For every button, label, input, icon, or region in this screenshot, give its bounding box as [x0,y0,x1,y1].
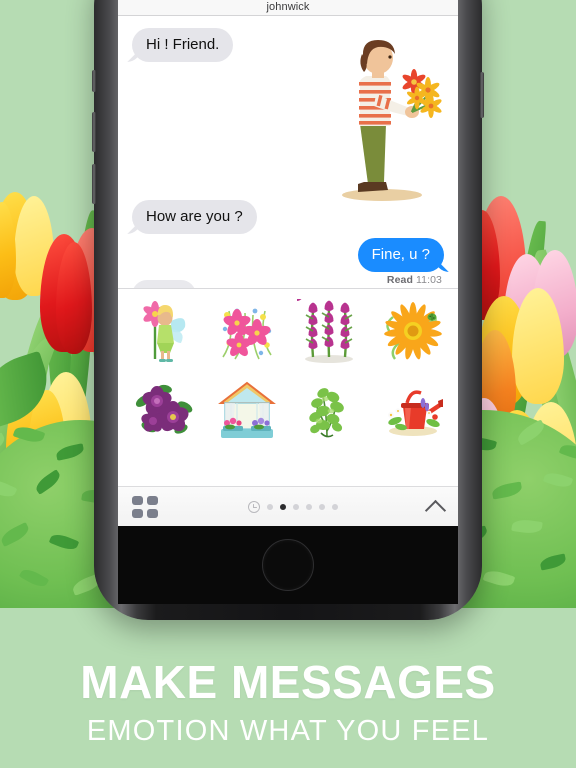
sticker-purple-peonies[interactable] [124,371,206,449]
contact-name[interactable]: johnwick [267,1,310,13]
home-button[interactable] [262,539,314,591]
sticker-grid-icon[interactable] [132,495,158,518]
sticker-green-bush[interactable] [288,371,370,449]
sticker-pink-flowers-bouquet[interactable] [206,293,288,371]
page-dot[interactable] [305,503,312,510]
read-receipt-status: Read [386,274,413,286]
clock-icon[interactable] [247,500,260,513]
page-dot[interactable] [292,503,299,510]
boy-with-bouquet-illustration [324,32,444,202]
page-dot-active[interactable] [279,503,286,510]
sticker-purple-tulip-rows[interactable] [288,293,370,371]
message-bubble-outgoing[interactable]: Fine, u ? [357,238,453,273]
marketing-copy: MAKE MESSAGES EMOTION WHAT YOU FEEL [0,659,576,746]
sticker-panel [118,288,458,526]
marketing-subhead: EMOTION WHAT YOU FEEL [86,715,490,747]
volume-up-button[interactable] [92,112,96,152]
sticker-grid [118,289,458,449]
message-bubble-incoming[interactable]: How are you ? [124,200,257,235]
page-dot[interactable] [331,503,338,510]
read-receipt: Read 11:03 [387,274,442,286]
volume-down-button[interactable] [92,164,96,204]
chevron-up-icon[interactable] [427,498,444,515]
messages-nav-bar: johnwick [118,0,458,16]
conversation-area: Hi ! Friend. How are you ? Fine, u ? Rea… [118,16,458,314]
app-store-screenshot: johnwick Hi ! Friend. How are you ? Fine… [0,0,576,768]
phone-screen: johnwick Hi ! Friend. How are you ? Fine… [118,0,458,526]
phone-bottom-bezel [118,526,458,604]
page-dot[interactable] [266,503,273,510]
sticker-red-watering-can-with-flowers[interactable] [370,371,452,449]
sticker-window-flower-box[interactable] [206,371,288,449]
sticker-pager [247,500,338,513]
marketing-headline: MAKE MESSAGES [80,656,496,708]
mute-switch[interactable] [92,70,96,92]
sticker-yellow-sunflower-with-ladybug[interactable] [370,293,452,371]
read-receipt-time: 11:03 [416,274,442,286]
message-bubble-incoming[interactable]: Hi ! Friend. [123,28,234,63]
sticker-fairy-with-pink-flower[interactable] [124,293,206,371]
power-button[interactable] [480,72,484,118]
page-dot[interactable] [318,503,325,510]
iphone-device: johnwick Hi ! Friend. How are you ? Fine… [92,0,484,620]
sticker-toolbar [118,486,458,526]
